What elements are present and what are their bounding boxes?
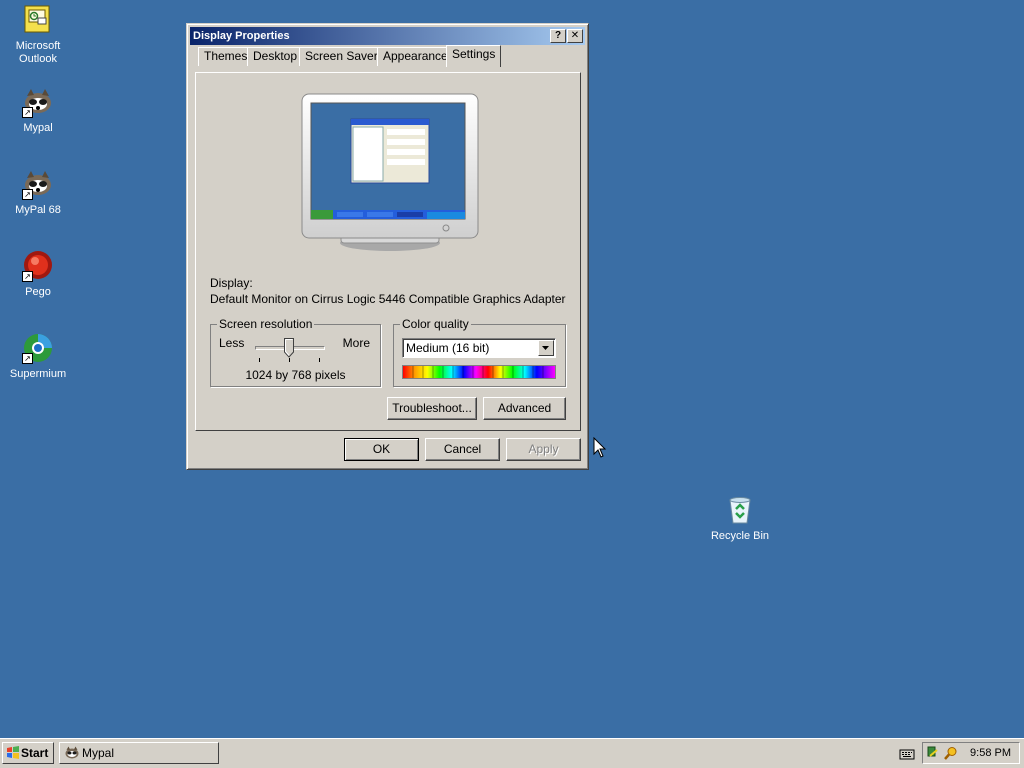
taskbar-item-mypal[interactable]: Mypal xyxy=(59,742,219,764)
apply-button[interactable]: Apply xyxy=(506,438,581,461)
color-quality-legend: Color quality xyxy=(400,317,471,331)
desktop-icon-label: Microsoft Outlook xyxy=(15,40,61,65)
slider-less-label: Less xyxy=(219,336,245,350)
windows-logo-icon xyxy=(7,746,19,759)
system-tray: 9:58 PM xyxy=(922,742,1020,764)
shortcut-arrow-icon: ↗ xyxy=(22,107,33,118)
slider-tick xyxy=(259,358,260,362)
slider-thumb[interactable] xyxy=(284,338,294,358)
display-label: Display: xyxy=(210,276,253,290)
monitor-preview xyxy=(301,93,479,253)
screen-resolution-legend: Screen resolution xyxy=(217,317,315,331)
resolution-slider[interactable] xyxy=(255,337,327,365)
screen-resolution-group: Screen resolution Less More 1024 by 768 … xyxy=(210,317,381,387)
chevron-down-icon xyxy=(542,346,549,350)
desktop-icon-label: Mypal xyxy=(23,122,53,134)
color-quality-select[interactable]: Medium (16 bit) xyxy=(402,338,556,358)
ok-button[interactable]: OK xyxy=(344,438,419,461)
desktop-icon-supermium[interactable]: ↗ Supermium xyxy=(0,332,76,381)
mypal-icon xyxy=(65,746,79,759)
help-button[interactable]: ? xyxy=(550,29,566,43)
clock[interactable]: 9:58 PM xyxy=(970,743,1011,763)
close-button[interactable]: ✕ xyxy=(567,29,583,43)
start-label: Start xyxy=(21,746,49,760)
taskbar: Start Mypal 9:58 PM xyxy=(0,738,1024,768)
resolution-value: 1024 by 768 pixels xyxy=(245,368,346,382)
display-properties-window: Display Properties ? ✕ Themes Desktop Sc… xyxy=(186,23,589,470)
slider-tick xyxy=(289,358,290,362)
desktop-icon-mypal68[interactable]: ↗ MyPal 68 xyxy=(0,168,76,217)
color-spectrum-bar xyxy=(402,365,556,379)
title-bar[interactable]: Display Properties ? ✕ xyxy=(190,27,585,45)
cancel-button[interactable]: Cancel xyxy=(425,438,500,461)
desktop-icon-label: Supermium xyxy=(9,368,67,380)
supermium-icon: ↗ xyxy=(22,332,54,364)
desktop-icon-pego[interactable]: ↗ Pego xyxy=(0,250,76,299)
shortcut-arrow-icon: ↗ xyxy=(22,189,33,200)
pego-icon: ↗ xyxy=(22,250,54,282)
color-quality-group: Color quality Medium (16 bit) xyxy=(393,317,566,387)
desktop-icon-label: Recycle Bin xyxy=(710,530,770,542)
mypal-icon: ↗ xyxy=(22,86,54,118)
slider-tick xyxy=(319,358,320,362)
desktop-icon-recycle-bin[interactable]: Recycle Bin xyxy=(702,494,778,543)
keyboard-icon[interactable] xyxy=(899,747,915,761)
tab-screen-saver[interactable]: Screen Saver xyxy=(299,47,384,66)
recycle-bin-icon xyxy=(724,494,756,526)
settings-panel: Display: Default Monitor on Cirrus Logic… xyxy=(195,72,581,431)
desktop-icon-outlook[interactable]: Microsoft Outlook xyxy=(0,4,76,66)
tab-desktop[interactable]: Desktop xyxy=(247,47,304,66)
dropdown-button[interactable] xyxy=(538,340,554,356)
display-value: Default Monitor on Cirrus Logic 5446 Com… xyxy=(210,292,566,306)
mouse-cursor-icon xyxy=(593,437,607,458)
outlook-icon xyxy=(22,4,54,36)
network-icon[interactable] xyxy=(927,746,941,760)
mypal68-icon: ↗ xyxy=(22,168,54,200)
window-title: Display Properties xyxy=(193,30,290,42)
shortcut-arrow-icon: ↗ xyxy=(22,271,33,282)
troubleshoot-button[interactable]: Troubleshoot... xyxy=(387,397,477,420)
slider-more-label: More xyxy=(342,336,370,350)
shortcut-arrow-icon: ↗ xyxy=(22,353,33,364)
tab-themes[interactable]: Themes xyxy=(198,47,254,66)
color-quality-value: Medium (16 bit) xyxy=(406,341,490,355)
search-icon[interactable] xyxy=(944,746,958,760)
desktop-icon-mypal[interactable]: ↗ Mypal xyxy=(0,86,76,135)
desktop-icon-label: Pego xyxy=(25,286,51,298)
tab-appearance[interactable]: Appearance xyxy=(377,47,454,66)
desktop-icon-label: MyPal 68 xyxy=(15,204,61,216)
start-button[interactable]: Start xyxy=(2,742,54,764)
tab-settings[interactable]: Settings xyxy=(446,45,502,67)
taskbar-item-label: Mypal xyxy=(82,746,115,760)
advanced-button[interactable]: Advanced xyxy=(483,397,566,420)
